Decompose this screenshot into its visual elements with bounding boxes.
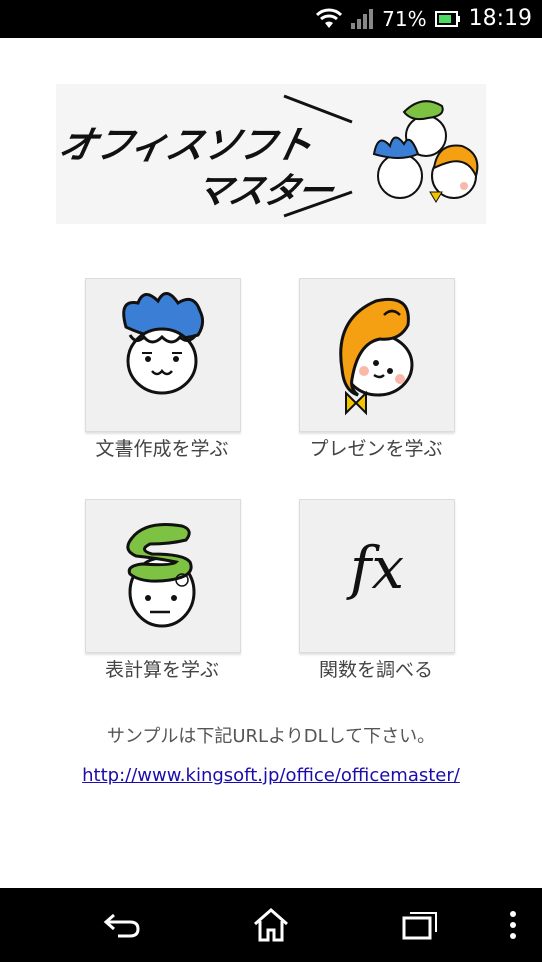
learn-presentation-button[interactable] xyxy=(299,278,455,432)
navigation-bar xyxy=(0,888,542,962)
more-vert-icon xyxy=(510,911,516,939)
blue-hair-character-icon xyxy=(122,292,205,395)
back-button[interactable] xyxy=(80,888,164,962)
wifi-icon xyxy=(316,8,343,28)
status-icons: 71% 18:19 xyxy=(316,6,532,32)
back-icon xyxy=(103,913,140,938)
home-icon xyxy=(254,908,288,942)
overflow-menu-button[interactable] xyxy=(496,888,530,962)
home-button[interactable] xyxy=(229,888,313,962)
main-content: オフィスソフト マスター 文書作成を学ぶ プレゼンを学ぶ 表計算を学ぶ fx 関… xyxy=(0,38,542,888)
app-banner: オフィスソフト マスター xyxy=(55,84,486,224)
status-bar: 71% 18:19 xyxy=(0,0,542,38)
recent-apps-button[interactable] xyxy=(378,888,462,962)
fx-function-icon: fx xyxy=(349,534,405,602)
green-hair-character-icon xyxy=(126,523,196,628)
learn-spreadsheet-label: 表計算を学ぶ xyxy=(104,659,219,681)
learn-documents-label: 文書作成を学ぶ xyxy=(95,438,229,460)
learn-documents-button[interactable] xyxy=(85,278,241,432)
sample-url-link[interactable]: http://www.kingsoft.jp/office/officemast… xyxy=(82,765,460,786)
banner-arrow-lines xyxy=(283,94,353,218)
lookup-functions-button[interactable]: fx xyxy=(299,499,455,653)
signal-icon xyxy=(351,9,374,29)
lookup-functions-label: 関数を調べる xyxy=(318,659,433,681)
battery-icon xyxy=(434,11,460,27)
clock: 18:19 xyxy=(468,6,532,31)
sample-download-note: サンプルは下記URLよりDLして下さい。 xyxy=(106,726,436,747)
learn-spreadsheet-button[interactable] xyxy=(85,499,241,653)
battery-percent: 71% xyxy=(382,7,427,31)
orange-hair-girl-icon xyxy=(339,298,414,416)
recent-apps-icon xyxy=(402,912,437,940)
learn-presentation-label: プレゼンを学ぶ xyxy=(309,438,443,460)
mascot-characters-icon xyxy=(372,100,479,203)
sample-url-link-wrap: http://www.kingsoft.jp/office/officemast… xyxy=(0,765,542,786)
